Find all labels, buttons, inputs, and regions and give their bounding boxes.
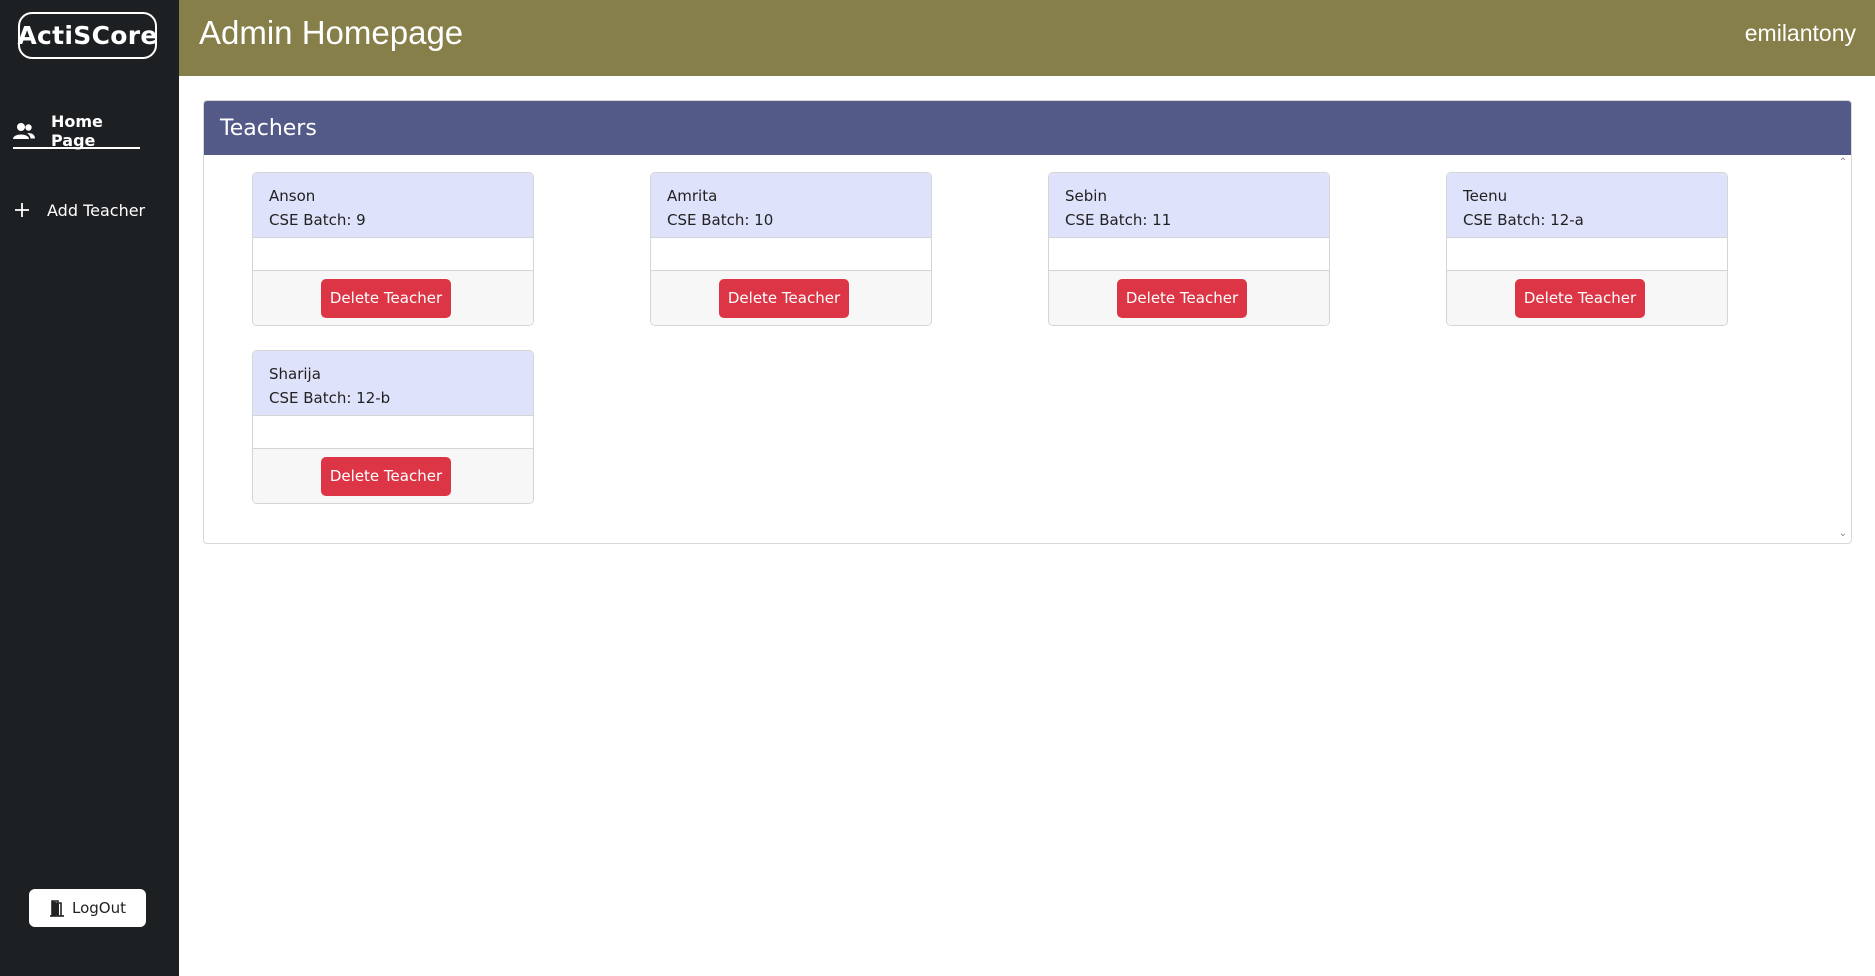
- plus-icon: [13, 200, 31, 220]
- teacher-card-footer: Delete Teacher: [253, 449, 533, 503]
- teacher-name: Sebin: [1065, 187, 1107, 205]
- teachers-panel: Teachers ⌃ Anson CSE Batch: 9 Delete Tea…: [203, 100, 1852, 544]
- teacher-card: Sebin CSE Batch: 11 Delete Teacher: [1048, 172, 1330, 326]
- sidebar-item-home-page[interactable]: Home Page: [13, 112, 140, 150]
- teacher-card-footer: Delete Teacher: [1049, 271, 1329, 325]
- teacher-name: Teenu: [1463, 187, 1508, 205]
- teacher-card-header: Sebin CSE Batch: 11: [1049, 173, 1329, 238]
- page-title: Admin Homepage: [199, 14, 464, 51]
- teacher-card-footer: Delete Teacher: [1447, 271, 1727, 325]
- username-label: emilantony: [1744, 20, 1856, 46]
- delete-teacher-button[interactable]: Delete Teacher: [1515, 278, 1645, 318]
- teacher-batch: CSE Batch: 9: [269, 211, 366, 229]
- teachers-list[interactable]: ⌃ Anson CSE Batch: 9 Delete Teacher Amri…: [204, 155, 1851, 543]
- scroll-down-icon[interactable]: ⌄: [1838, 529, 1848, 539]
- delete-teacher-button[interactable]: Delete Teacher: [1117, 278, 1247, 318]
- teacher-card-body: [1049, 238, 1329, 271]
- teacher-batch: CSE Batch: 11: [1065, 211, 1172, 229]
- sidebar: ActiSCore Home Page Add Teacher LogOut: [0, 0, 179, 976]
- teacher-name: Sharija: [269, 365, 321, 383]
- door-icon: [49, 899, 65, 917]
- teacher-name: Anson: [269, 187, 316, 205]
- teacher-batch: CSE Batch: 10: [667, 211, 774, 229]
- sidebar-item-add-teacher[interactable]: Add Teacher: [13, 197, 145, 223]
- delete-teacher-button[interactable]: Delete Teacher: [321, 456, 451, 496]
- teacher-batch: CSE Batch: 12-b: [269, 389, 391, 407]
- teacher-card-footer: Delete Teacher: [651, 271, 931, 325]
- teacher-card-header: Amrita CSE Batch: 10: [651, 173, 931, 238]
- sidebar-item-label: Add Teacher: [47, 200, 146, 220]
- app-logo: ActiSCore: [17, 12, 157, 59]
- teacher-card: Anson CSE Batch: 9 Delete Teacher: [252, 172, 534, 326]
- delete-teacher-button[interactable]: Delete Teacher: [719, 278, 849, 318]
- teacher-batch: CSE Batch: 12-a: [1463, 211, 1584, 229]
- teacher-card: Amrita CSE Batch: 10 Delete Teacher: [650, 172, 932, 326]
- scroll-up-icon[interactable]: ⌃: [1838, 158, 1848, 168]
- teacher-card: Teenu CSE Batch: 12-a Delete Teacher: [1446, 172, 1728, 326]
- teacher-card: Sharija CSE Batch: 12-b Delete Teacher: [252, 350, 534, 504]
- delete-teacher-button[interactable]: Delete Teacher: [321, 278, 451, 318]
- teacher-card-header: Teenu CSE Batch: 12-a: [1447, 173, 1727, 238]
- teacher-card-body: [651, 238, 931, 271]
- logout-button[interactable]: LogOut: [29, 889, 146, 927]
- teacher-card-body: [1447, 238, 1727, 271]
- panel-title: Teachers: [204, 101, 1851, 155]
- users-icon: [13, 121, 35, 141]
- teacher-card-body: [253, 416, 533, 449]
- teacher-card-header: Anson CSE Batch: 9: [253, 173, 533, 238]
- top-bar: Admin Homepage emilantony: [179, 0, 1875, 76]
- teacher-name: Amrita: [667, 187, 718, 205]
- teacher-card-header: Sharija CSE Batch: 12-b: [253, 351, 533, 416]
- teacher-card-body: [253, 238, 533, 271]
- teacher-card-footer: Delete Teacher: [253, 271, 533, 325]
- logout-label: LogOut: [72, 899, 126, 917]
- sidebar-item-label: Home Page: [51, 112, 103, 150]
